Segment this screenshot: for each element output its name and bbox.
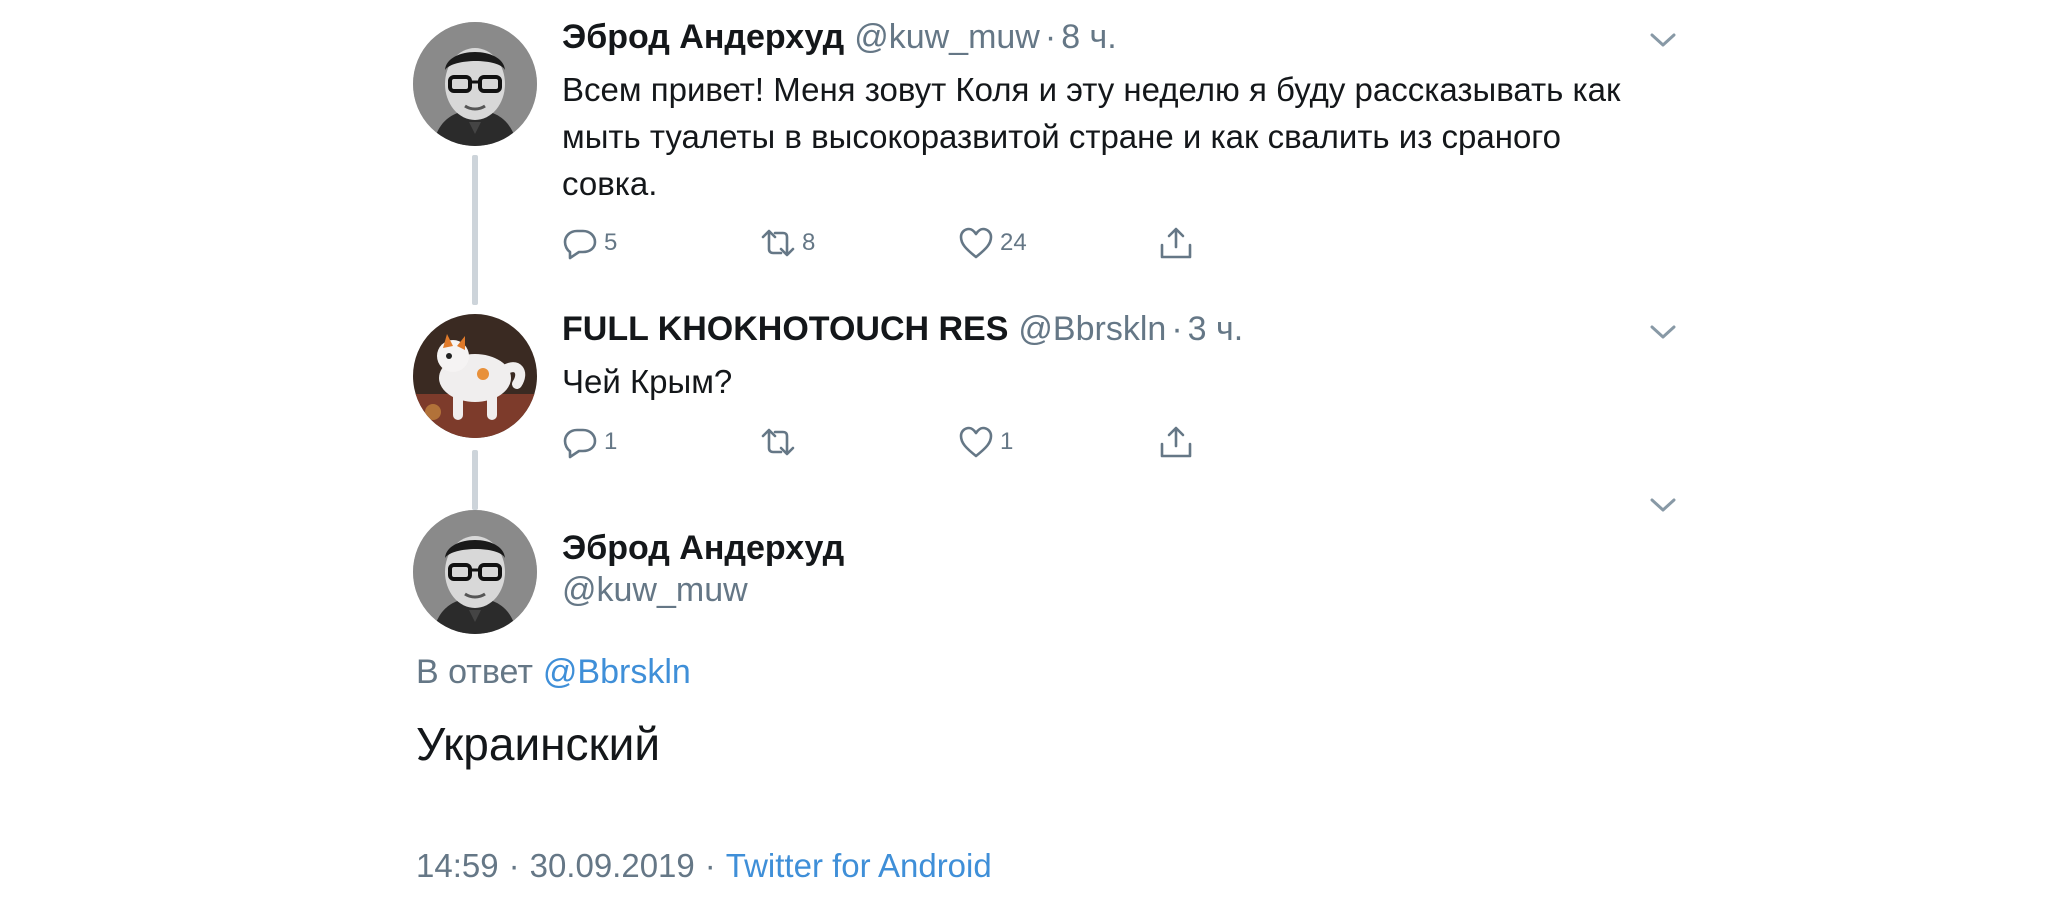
retweet-button[interactable]: 8 bbox=[760, 225, 815, 261]
reply-to-link[interactable]: @Bbrskln bbox=[543, 653, 691, 692]
like-count: 24 bbox=[1000, 229, 1027, 256]
retweet-count: 8 bbox=[802, 229, 816, 256]
timestamp[interactable]: 8 ч. bbox=[1061, 18, 1117, 57]
handle[interactable]: @kuw_muw bbox=[562, 571, 748, 610]
reply-button[interactable]: 5 bbox=[562, 225, 617, 261]
handle[interactable]: @kuw_muw bbox=[854, 18, 1040, 57]
separator: · bbox=[508, 847, 520, 884]
avatar[interactable] bbox=[413, 22, 537, 146]
share-icon bbox=[1160, 227, 1192, 259]
tweet-header: Эброд Андерхуд @kuw_muw · 8 ч. bbox=[562, 18, 1117, 57]
retweet-icon bbox=[761, 229, 795, 257]
thread-line bbox=[472, 155, 478, 305]
heart-icon bbox=[959, 227, 993, 259]
chevron-down-icon[interactable] bbox=[1648, 322, 1678, 347]
reply-count: 5 bbox=[604, 229, 618, 256]
tweet-date[interactable]: 30.09.2019 bbox=[530, 847, 695, 885]
separator: · bbox=[1044, 18, 1057, 56]
display-name[interactable]: Эброд Андерхуд bbox=[562, 529, 844, 568]
handle[interactable]: @Bbrskln bbox=[1018, 310, 1166, 349]
separator: · bbox=[704, 847, 716, 884]
display-name[interactable]: Эброд Андерхуд bbox=[562, 18, 844, 57]
reply-context: В ответ @Bbrskln bbox=[416, 653, 691, 692]
share-icon bbox=[1160, 426, 1192, 458]
like-button[interactable]: 1 bbox=[958, 424, 1013, 460]
like-button[interactable]: 24 bbox=[958, 225, 1027, 261]
tweet-2[interactable]: FULL KHOKHOTOUCH RES @Bbrskln · 3 ч. Чей… bbox=[0, 300, 2048, 459]
reply-button[interactable]: 1 bbox=[562, 424, 617, 460]
separator: · bbox=[1171, 310, 1183, 348]
tweet-text: Чей Крым? bbox=[562, 363, 733, 400]
source-link[interactable]: Twitter for Android bbox=[726, 847, 992, 885]
tweet-1[interactable]: Эброд Андерхуд @kuw_muw · 8 ч. Всем прив… bbox=[0, 0, 2048, 300]
display-name[interactable]: FULL KHOKHOTOUCH RES bbox=[562, 310, 1008, 349]
tweet-text: Украинский bbox=[416, 718, 661, 770]
avatar[interactable] bbox=[413, 510, 537, 634]
share-button[interactable] bbox=[1158, 225, 1200, 261]
tweet-time[interactable]: 14:59 bbox=[416, 847, 499, 885]
heart-icon bbox=[959, 426, 993, 458]
chevron-down-icon[interactable] bbox=[1648, 30, 1678, 55]
reply-icon bbox=[563, 428, 597, 459]
tweet-text: Всем привет! Меня зовут Коля и эту недел… bbox=[562, 71, 1621, 202]
reply-prefix: В ответ bbox=[416, 653, 533, 691]
retweet-button[interactable] bbox=[760, 424, 802, 460]
timestamp[interactable]: 3 ч. bbox=[1188, 310, 1244, 349]
avatar[interactable] bbox=[413, 314, 537, 438]
tweet-meta: 14:59 · 30.09.2019 · Twitter for Android bbox=[416, 847, 992, 885]
retweet-icon bbox=[761, 428, 795, 456]
chevron-down-icon[interactable] bbox=[1648, 495, 1678, 520]
like-count: 1 bbox=[1000, 428, 1014, 455]
reply-count: 1 bbox=[604, 428, 618, 455]
main-tweet: Эброд Андерхуд @kuw_muw В ответ @Bbrskln… bbox=[0, 495, 2048, 913]
reply-icon bbox=[563, 229, 597, 260]
tweet-header: FULL KHOKHOTOUCH RES @Bbrskln · 3 ч. bbox=[562, 310, 1243, 349]
share-button[interactable] bbox=[1158, 424, 1200, 460]
